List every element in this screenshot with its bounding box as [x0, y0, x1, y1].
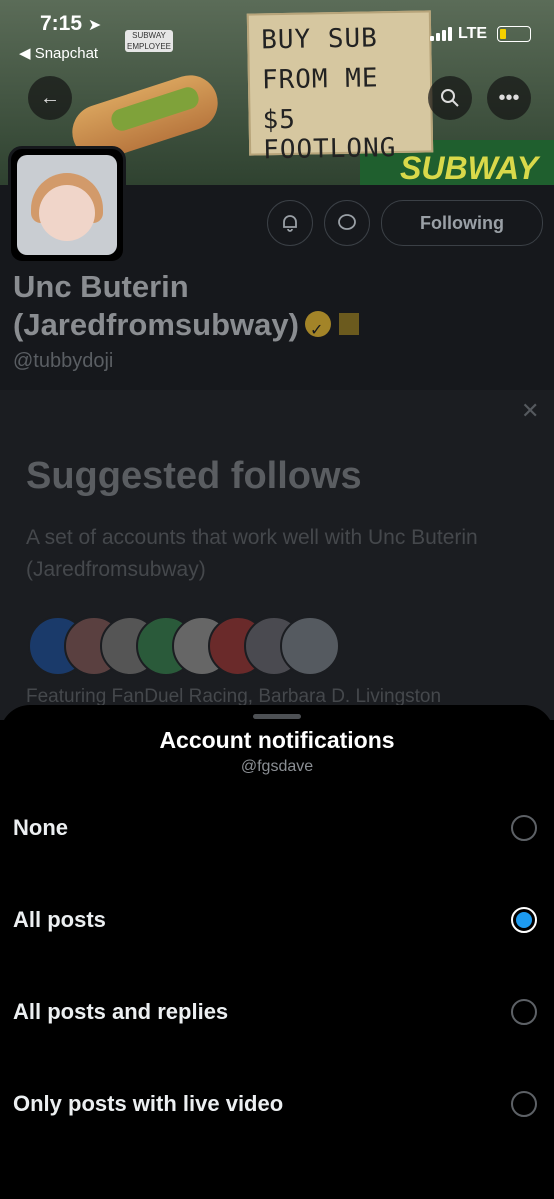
close-icon[interactable]: ✕	[521, 398, 539, 424]
profile-display-name: Unc Buterin (Jaredfromsubway)	[13, 268, 359, 350]
sheet-grabber-handle[interactable]	[253, 714, 301, 719]
sign-line-1: BUY SUB	[260, 23, 379, 56]
signal-icon	[430, 27, 452, 41]
option-label: None	[13, 815, 68, 840]
sheet-subtitle: @fgsdave	[240, 758, 314, 775]
employee-badge: SUBWAY EMPLOYEE	[125, 30, 173, 52]
suggested-title: Suggested follows	[26, 455, 362, 497]
option-label: All posts	[13, 907, 106, 932]
option-live-video-only[interactable]: Only posts with live video	[0, 1069, 554, 1139]
back-to-app-link[interactable]: ◀ Snapchat	[19, 44, 98, 62]
radio-button[interactable]	[511, 1091, 537, 1117]
search-icon[interactable]	[428, 76, 472, 120]
cardboard-sign: BUY SUB FROM ME $5 FOOTLONG	[246, 10, 434, 165]
verified-badge-icon	[304, 310, 331, 350]
sheet-title: Account notifications	[159, 727, 395, 753]
message-bubble-icon[interactable]	[324, 200, 370, 246]
display-name-line-2: (Jaredfromsubway)	[13, 307, 299, 342]
option-all-posts-and-replies[interactable]: All posts and replies	[0, 977, 554, 1047]
banner-brand-text: SUBWAY	[400, 150, 539, 186]
affiliate-badge-icon	[338, 312, 359, 335]
suggested-avatar	[280, 616, 340, 676]
option-label: All posts and replies	[13, 999, 229, 1024]
more-options-icon[interactable]: •••	[487, 76, 531, 120]
following-button[interactable]: Following	[381, 200, 543, 246]
notification-bell-icon[interactable]	[267, 200, 313, 246]
sign-line-2: FROM ME	[261, 63, 379, 96]
option-none[interactable]: None	[0, 793, 554, 863]
avatar[interactable]	[8, 146, 126, 264]
network-label: LTE	[458, 25, 488, 42]
radio-button-selected[interactable]	[511, 907, 537, 933]
option-all-posts[interactable]: All posts	[0, 885, 554, 955]
back-arrow-icon[interactable]: ←	[28, 76, 72, 120]
suggested-avatars[interactable]	[28, 616, 358, 676]
profile-handle: @tubbydoji	[13, 350, 114, 372]
time-label: 7:15	[40, 12, 83, 35]
status-indicators: LTE	[430, 25, 532, 43]
location-arrow-icon: ➤	[87, 17, 102, 34]
option-label: Only posts with live video	[13, 1091, 284, 1116]
status-time: 7:15 ➤	[40, 12, 101, 36]
display-name-line-1: Unc Buterin	[13, 269, 189, 304]
radio-button[interactable]	[511, 815, 537, 841]
suggested-description: A set of accounts that work well with Un…	[26, 526, 478, 581]
radio-button[interactable]	[511, 999, 537, 1025]
battery-icon	[497, 26, 532, 42]
